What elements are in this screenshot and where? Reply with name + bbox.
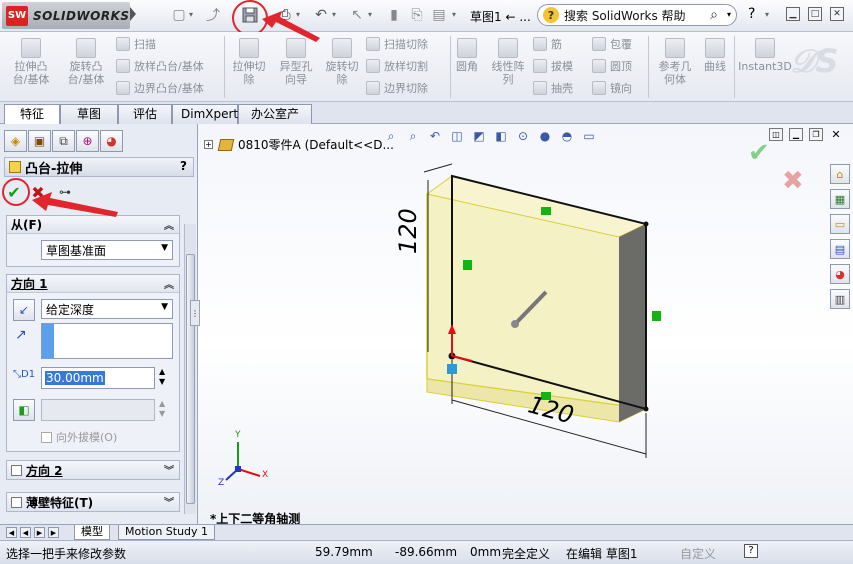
- annotation-overlay: [32, 11, 320, 217]
- save-pointer-arrow: [262, 11, 320, 42]
- ok-pointer-arrow: [32, 192, 118, 217]
- solidworks-window: SW SOLIDWORKS ▢ ▾ ⤴ ⎙ ▾ ↶ ▾ ↖ ▾ ▮ ⎘ ▤ ▾ …: [0, 0, 853, 564]
